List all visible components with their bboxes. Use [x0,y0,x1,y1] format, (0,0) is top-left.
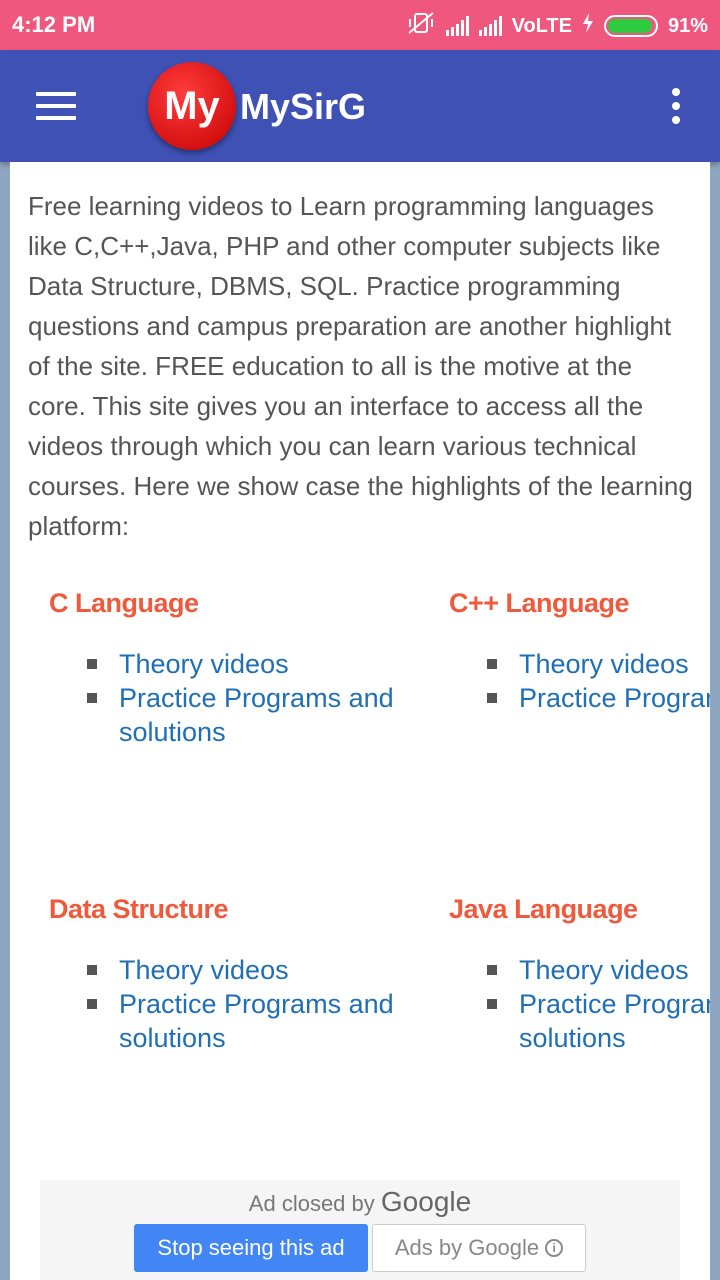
ad-container: Ad closed by Google Stop seeing this ad … [40,1180,680,1280]
more-options-icon[interactable] [668,88,684,128]
list-item: Theory videos [487,953,710,987]
practice-programs-link[interactable]: Practice Programs and solutions [519,683,710,713]
practice-programs-link[interactable]: Practice Programs and solutions [119,683,394,747]
list-item: Theory videos [87,953,449,987]
section-title[interactable]: Data Structure [49,894,449,925]
logo[interactable]: My [148,62,236,150]
main-content: Free learning videos to Learn programmin… [10,162,710,1280]
charging-icon [582,13,594,39]
signal-icon [478,16,502,36]
section-title[interactable]: C Language [49,588,449,619]
network-label: VoLTE [511,14,572,37]
intro-text: Free learning videos to Learn programmin… [28,191,693,541]
status-time: 4:12 PM [12,12,96,37]
ads-by-google-button[interactable]: Ads by Google i [372,1224,586,1272]
section-cpp-language: C++ Language Theory videos Practice Prog… [449,588,710,715]
section-data-structure: Data Structure Theory videos Practice Pr… [49,894,449,1055]
battery-percent: 91% [667,14,708,37]
section-links: Theory videos Practice Programs and solu… [487,953,710,1055]
list-item: Theory videos [87,647,449,681]
theory-videos-link[interactable]: Theory videos [519,955,689,985]
hamburger-menu-icon[interactable] [36,92,76,122]
status-bar: 4:12 PM VoLTE 91% [0,0,720,50]
list-item: Theory videos [487,647,710,681]
section-links: Theory videos Practice Programs and solu… [87,647,449,749]
app-bar: My MySirG [0,50,720,162]
theory-videos-link[interactable]: Theory videos [119,649,289,679]
info-icon: i [545,1239,564,1257]
theory-videos-link[interactable]: Theory videos [519,649,689,679]
signal-icon [445,16,469,36]
section-c-language: C Language Theory videos Practice Progra… [49,588,449,749]
status-icons: VoLTE 91% [406,12,708,40]
list-item: Practice Programs and solutions [87,987,449,1055]
practice-programs-link[interactable]: Practice Programs and solutions [119,989,394,1053]
list-item: Practice Programs and solutions [87,681,449,749]
section-links: Theory videos Practice Programs and solu… [487,647,710,715]
ads-by-label: Ads by Google [394,1235,540,1260]
stop-seeing-ad-button[interactable]: Stop seeing this ad [134,1224,368,1272]
google-logo: Google [380,1186,472,1217]
section-title[interactable]: Java Language [449,894,710,925]
battery-icon [603,15,658,37]
logo-text: My [164,83,220,128]
vibrate-off-icon [406,11,436,41]
section-links: Theory videos Practice Programs and solu… [87,953,449,1055]
ad-closed-label: Ad closed by Google [40,1186,680,1218]
theory-videos-link[interactable]: Theory videos [119,955,289,985]
ad-closed-prefix: Ad closed by [248,1191,375,1216]
section-title[interactable]: C++ Language [449,588,710,619]
list-item: Practice Programs and solutions [487,681,710,715]
section-java-language: Java Language Theory videos Practice Pro… [449,894,710,1055]
list-item: Practice Programs and solutions [487,987,710,1055]
practice-programs-link[interactable]: Practice Programs and solutions [519,989,710,1053]
app-title[interactable]: MySirG [240,86,366,128]
